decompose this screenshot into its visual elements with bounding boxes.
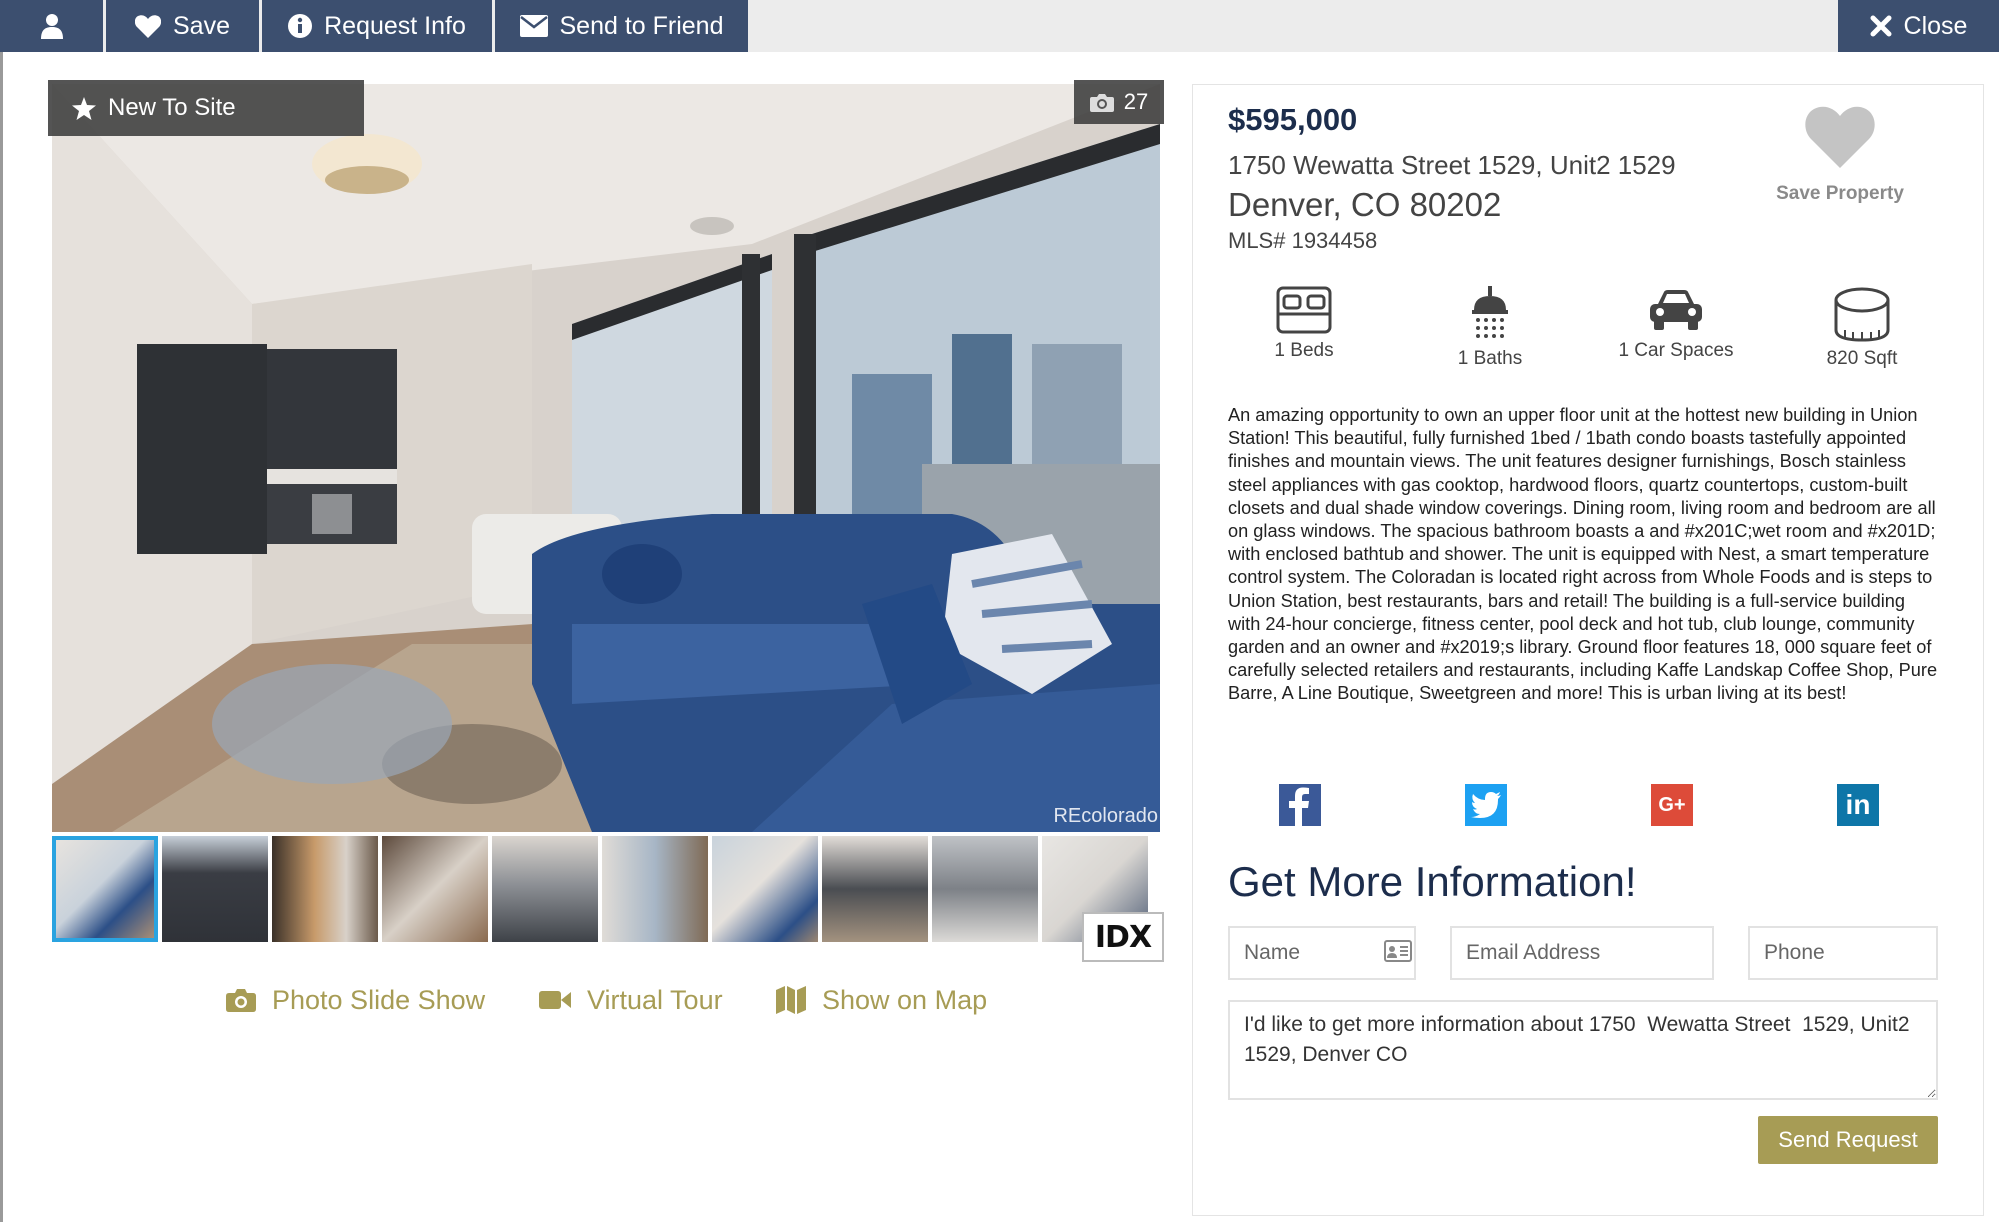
baths-feature: 1 Baths [1400, 286, 1580, 370]
address-line-1: 1750 Wewatta Street 1529, Unit2 1529 [1228, 150, 1676, 180]
car-spaces-label: 1 Car Spaces [1618, 340, 1734, 361]
shower-icon [1472, 286, 1508, 338]
message-textarea[interactable]: I'd like to get more information about 1… [1228, 1000, 1938, 1100]
bed-icon [1276, 286, 1332, 334]
photo-slideshow-label: Photo Slide Show [272, 984, 486, 1015]
request-info-label: Request Info [324, 11, 466, 40]
save-property-label: Save Property [1776, 183, 1904, 204]
thumbnail-kitchen[interactable] [492, 836, 598, 942]
listing-description: An amazing opportunity to own an upper f… [1228, 405, 1938, 704]
car-spaces-feature: 1 Car Spaces [1586, 286, 1766, 362]
sqft-feature: 820 Sqft [1772, 286, 1952, 370]
show-on-map-link[interactable]: Show on Map [776, 980, 987, 1020]
save-button[interactable]: Save [106, 0, 259, 52]
car-icon [1650, 290, 1702, 330]
contact-card-icon [1384, 940, 1412, 962]
baths-label: 1 Baths [1457, 348, 1523, 369]
request-info-button[interactable]: Request Info [262, 0, 492, 52]
linkedin-share-button[interactable]: in [1837, 784, 1879, 826]
thumbnail-strip [52, 836, 1160, 942]
new-to-site-badge: New To Site [48, 80, 364, 136]
show-on-map-label: Show on Map [822, 984, 988, 1015]
linkedin-icon: in [1845, 789, 1871, 820]
facebook-share-button[interactable] [1279, 784, 1321, 826]
send-to-friend-label: Send to Friend [559, 11, 724, 40]
facebook-icon [1289, 787, 1309, 826]
top-toolbar: Save Request Info Send to Friend Close [0, 0, 1999, 52]
photo-slideshow-link[interactable]: Photo Slide Show [226, 980, 485, 1020]
googleplus-icon: G+ [1658, 793, 1686, 816]
close-button[interactable]: Close [1838, 0, 1999, 52]
email-address-input[interactable] [1450, 926, 1714, 980]
thumbnail-building[interactable] [162, 836, 268, 942]
thumbnail-living[interactable] [52, 836, 158, 942]
thumbnail-bedroom-1[interactable] [712, 836, 818, 942]
modal-edge [0, 52, 3, 1222]
save-property-button[interactable]: Save Property [1760, 104, 1920, 205]
camera-icon [1089, 93, 1114, 112]
send-request-button[interactable]: Send Request [1758, 1116, 1938, 1164]
video-camera-icon [539, 991, 571, 1009]
twitter-icon [1471, 792, 1501, 818]
thumbnail-lobby[interactable] [272, 836, 378, 942]
star-icon [72, 96, 96, 120]
idx-logo: IDX [1082, 912, 1164, 962]
virtual-tour-link[interactable]: Virtual Tour [539, 980, 723, 1020]
save-label: Save [173, 11, 230, 40]
beds-label: 1 Beds [1274, 340, 1334, 361]
virtual-tour-label: Virtual Tour [587, 984, 723, 1015]
info-icon [288, 14, 313, 38]
close-icon [1870, 15, 1892, 37]
contact-form-heading: Get More Information! [1228, 858, 1637, 905]
tape-measure-icon [1834, 287, 1890, 342]
thumbnail-kitchen-2[interactable] [822, 836, 928, 942]
listing-price: $595,000 [1228, 102, 1358, 137]
mls-number: MLS# 1934458 [1228, 228, 1378, 253]
sqft-label: 820 Sqft [1826, 348, 1898, 369]
phone-input[interactable] [1748, 926, 1938, 980]
googleplus-share-button[interactable]: G+ [1651, 784, 1693, 826]
beds-feature: 1 Beds [1214, 286, 1394, 362]
twitter-share-button[interactable] [1465, 784, 1507, 826]
heart-icon [1805, 106, 1875, 168]
living-room-photo [52, 84, 1160, 832]
close-label: Close [1903, 11, 1968, 40]
user-button[interactable] [0, 0, 103, 52]
main-photo[interactable]: REcolorado [52, 84, 1160, 832]
photo-watermark: REcolorado [1053, 805, 1158, 827]
thumbnail-bathroom[interactable] [932, 836, 1038, 942]
thumbnail-dining[interactable] [602, 836, 708, 942]
map-icon [776, 986, 806, 1014]
send-to-friend-button[interactable]: Send to Friend [495, 0, 748, 52]
photo-count-badge: 27 [1074, 80, 1164, 124]
user-icon [40, 14, 63, 39]
thumbnail-office[interactable] [382, 836, 488, 942]
envelope-icon [519, 15, 548, 37]
new-to-site-label: New To Site [108, 94, 236, 121]
camera-icon [226, 989, 256, 1012]
photo-count: 27 [1123, 89, 1149, 114]
heart-icon [135, 15, 161, 38]
address-line-2: Denver, CO 80202 [1228, 186, 1502, 223]
